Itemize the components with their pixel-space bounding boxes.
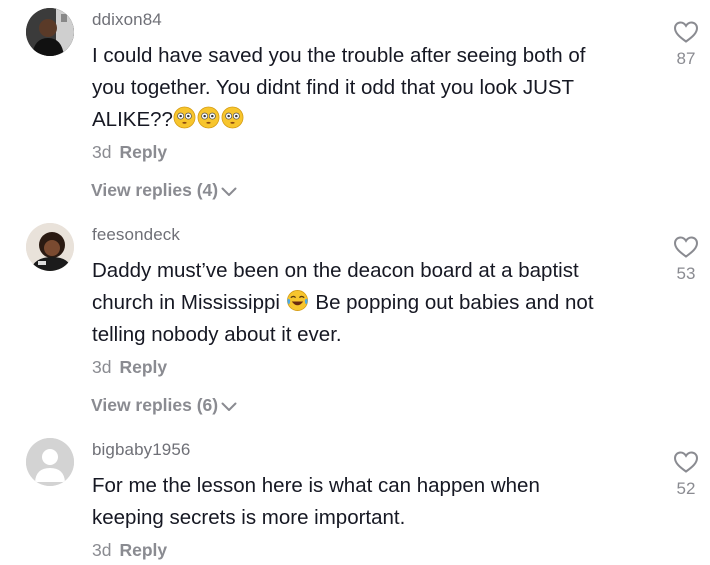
chevron-down-icon: [221, 402, 237, 411]
comment-timestamp: 3d: [92, 540, 112, 560]
avatar[interactable]: [26, 438, 74, 486]
comment-text-line: For me the lesson here is what can happe…: [92, 474, 540, 497]
tears-of-joy-emoji-icon: [286, 290, 308, 311]
like-count: 87: [676, 49, 696, 68]
heart-outline-icon: [673, 236, 699, 258]
default-avatar-icon: [26, 438, 74, 486]
reply-button[interactable]: Reply: [119, 142, 167, 162]
comment-username[interactable]: feesondeck: [92, 225, 180, 245]
avatar[interactable]: [26, 223, 74, 271]
flushed-face-emoji-icon: [221, 106, 244, 129]
comment-text-segment: church in Mississippi: [92, 291, 280, 314]
comment-text-line: I could have saved you the trouble after…: [92, 44, 586, 67]
comment-meta: 3d Reply: [92, 357, 167, 378]
reply-button[interactable]: Reply: [119, 357, 167, 377]
comment-text-line: keeping secrets is more important.: [92, 506, 406, 529]
comment-meta: 3d Reply: [92, 142, 167, 163]
heart-outline-icon: [673, 451, 699, 473]
view-replies-label: View replies (6): [91, 395, 219, 415]
comment-text-segment: ALIKE??: [92, 108, 173, 131]
comment-text-line: telling nobody about it ever.: [92, 323, 342, 346]
like-count: 53: [676, 264, 696, 283]
like-button[interactable]: 52: [671, 450, 701, 499]
comment-username[interactable]: ddixon84: [92, 10, 162, 30]
view-replies-button[interactable]: View replies (4): [91, 180, 237, 201]
comment-text-line: Daddy must’ve been on the deacon board a…: [92, 259, 579, 282]
like-button[interactable]: 87: [671, 20, 701, 69]
comment-timestamp: 3d: [92, 142, 112, 162]
comment-text: For me the lesson here is what can happe…: [92, 470, 652, 534]
reply-button[interactable]: Reply: [119, 540, 167, 560]
chevron-down-icon: [221, 187, 237, 196]
comment-text-line: ALIKE??: [92, 104, 652, 136]
flushed-face-emoji-icon: [173, 106, 196, 129]
view-replies-label: View replies (4): [91, 180, 219, 200]
comment-text-segment: Be popping out babies and not: [315, 291, 594, 314]
comment-username[interactable]: bigbaby1956: [92, 440, 190, 460]
comment-meta: 3d Reply: [92, 540, 167, 561]
like-count: 52: [676, 479, 696, 498]
avatar-photo: [26, 8, 74, 56]
comment-timestamp: 3d: [92, 357, 112, 377]
avatar-photo: [26, 223, 74, 271]
avatar[interactable]: [26, 8, 74, 56]
flushed-face-emoji-icon: [197, 106, 220, 129]
like-button[interactable]: 53: [671, 235, 701, 284]
comment-text: I could have saved you the trouble after…: [92, 40, 652, 136]
comment-text: Daddy must’ve been on the deacon board a…: [92, 255, 652, 351]
comment-text-line: church in Mississippi Be popping out bab…: [92, 287, 652, 319]
view-replies-button[interactable]: View replies (6): [91, 395, 237, 416]
comment-text-line: you together. You didnt find it odd that…: [92, 76, 575, 99]
heart-outline-icon: [673, 21, 699, 43]
